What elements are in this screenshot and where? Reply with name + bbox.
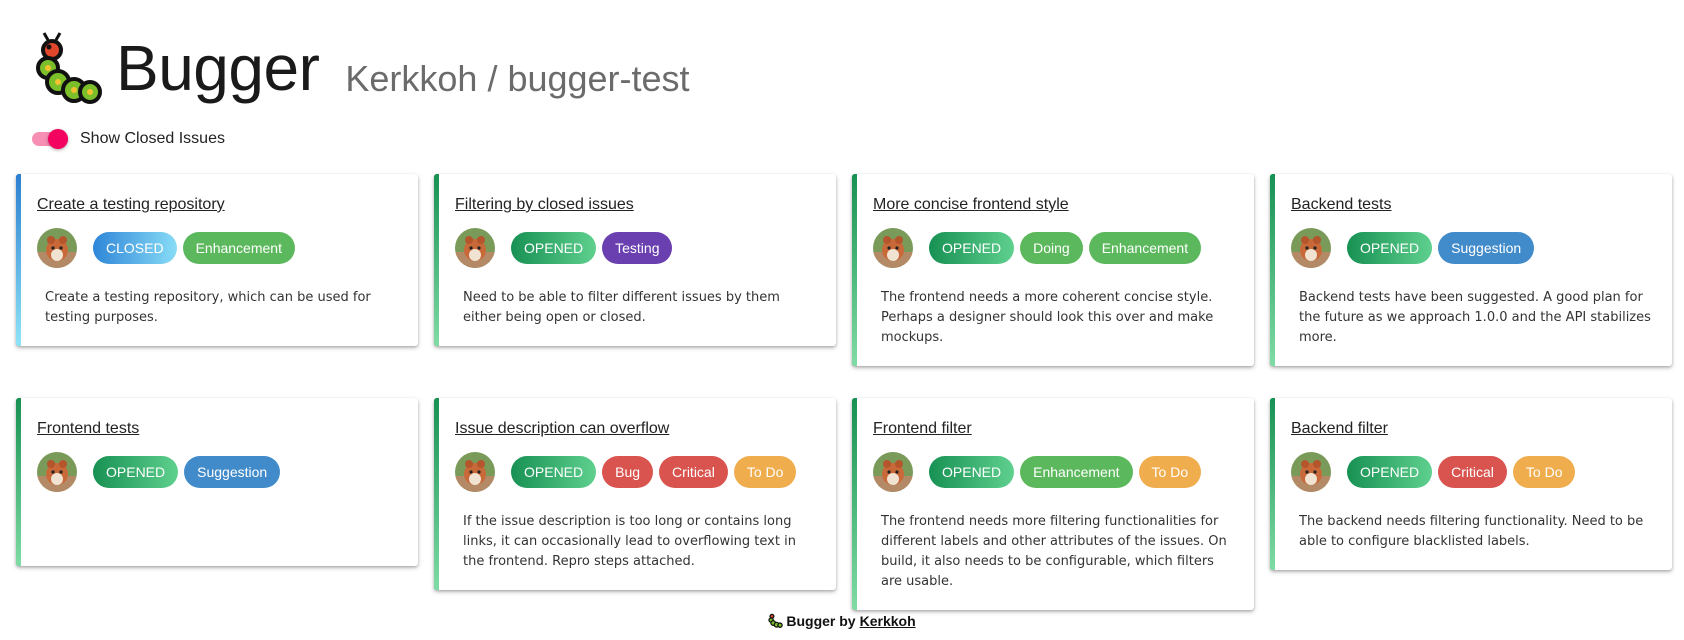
issue-grid: Create a testing repository CLOSED Enhance… bbox=[16, 174, 1672, 610]
issue-description: Need to be able to filter different issu… bbox=[463, 290, 780, 325]
issue-title-link[interactable]: Frontend tests bbox=[37, 420, 139, 438]
issue-meta-row: CLOSED Enhancement bbox=[37, 228, 402, 268]
switch-thumb[interactable] bbox=[48, 129, 68, 149]
avatar[interactable] bbox=[873, 228, 913, 268]
issue-title-link[interactable]: Backend filter bbox=[1291, 420, 1388, 438]
issue-description: Create a testing repository, which can b… bbox=[45, 290, 371, 325]
issue-title-link[interactable]: Create a testing repository bbox=[37, 196, 225, 214]
issue-label-badge: To Do bbox=[1138, 456, 1202, 488]
issue-label-badge: Testing bbox=[602, 232, 673, 264]
status-badge: OPENED bbox=[511, 232, 597, 264]
status-badge: OPENED bbox=[511, 456, 597, 488]
avatar[interactable] bbox=[1291, 228, 1331, 268]
avatar[interactable] bbox=[873, 452, 913, 492]
status-badge: OPENED bbox=[93, 456, 179, 488]
issue-meta-row: OPENED Enhancement To Do bbox=[873, 452, 1238, 492]
issue-title-link[interactable]: Filtering by closed issues bbox=[455, 196, 634, 214]
issue-label-badge: Doing bbox=[1020, 232, 1083, 264]
issue-card: Frontend tests OPENED Suggestion bbox=[16, 398, 418, 566]
repo-title: Kerkkoh / bugger-test bbox=[345, 58, 690, 99]
issue-card: Backend filter OPENED Critical To Do The bac… bbox=[1270, 398, 1672, 570]
footer-author-link[interactable]: Kerkkoh bbox=[860, 613, 916, 629]
issue-card: Issue description can overflow OPENED Bug C… bbox=[434, 398, 836, 590]
issue-card: Frontend filter OPENED Enhancement To Do The… bbox=[852, 398, 1254, 610]
issue-label-badge: Critical bbox=[659, 456, 728, 488]
issue-meta-row: OPENED Suggestion bbox=[37, 452, 402, 492]
footer-text: Bugger by bbox=[786, 612, 856, 629]
issue-meta-row: OPENED Doing Enhancement bbox=[873, 228, 1238, 268]
app-title: Bugger bbox=[116, 32, 320, 104]
issue-label-badge: To Do bbox=[733, 456, 797, 488]
issue-label-badge: Suggestion bbox=[184, 456, 281, 488]
issue-label-badge: Critical bbox=[1438, 456, 1507, 488]
footer: Bugger by Kerkkoh bbox=[0, 612, 1684, 629]
issue-label-badge: Bug bbox=[602, 456, 654, 488]
status-badge: OPENED bbox=[929, 456, 1015, 488]
issue-label-badge: Enhancement bbox=[182, 232, 295, 264]
status-badge: OPENED bbox=[929, 232, 1015, 264]
issue-description: Backend tests have been suggested. A goo… bbox=[1299, 290, 1651, 345]
issue-meta-row: OPENED Suggestion bbox=[1291, 228, 1656, 268]
issue-card: Backend tests OPENED Suggestion Backend tes… bbox=[1270, 174, 1672, 366]
avatar[interactable] bbox=[455, 452, 495, 492]
header: Bugger Kerkkoh / bugger-test bbox=[34, 30, 690, 110]
status-badge: OPENED bbox=[1347, 456, 1433, 488]
issue-card: Filtering by closed issues OPENED Testing N… bbox=[434, 174, 836, 346]
issue-title-link[interactable]: More concise frontend style bbox=[873, 196, 1069, 214]
caterpillar-logo-icon bbox=[36, 32, 102, 104]
issue-title-link[interactable]: Frontend filter bbox=[873, 420, 972, 438]
show-closed-toggle-row: Show Closed Issues bbox=[32, 127, 225, 151]
show-closed-switch[interactable] bbox=[32, 127, 70, 151]
issue-title-link[interactable]: Issue description can overflow bbox=[455, 420, 669, 438]
show-closed-label[interactable]: Show Closed Issues bbox=[80, 130, 225, 148]
status-badge: OPENED bbox=[1347, 232, 1433, 264]
issue-label-badge: To Do bbox=[1512, 456, 1576, 488]
avatar[interactable] bbox=[1291, 452, 1331, 492]
issue-meta-row: OPENED Critical To Do bbox=[1291, 452, 1656, 492]
status-badge: CLOSED bbox=[93, 232, 177, 264]
issue-meta-row: OPENED Bug Critical To Do bbox=[455, 452, 820, 492]
issue-card: More concise frontend style OPENED Doing En… bbox=[852, 174, 1254, 366]
issue-description: If the issue description is too long or … bbox=[463, 514, 796, 569]
avatar[interactable] bbox=[37, 452, 77, 492]
issue-label-badge: Enhancement bbox=[1020, 456, 1133, 488]
issue-label-badge: Enhancement bbox=[1088, 232, 1202, 264]
issue-description: The backend needs filtering functionalit… bbox=[1299, 514, 1644, 549]
issue-description: The frontend needs a more coherent conci… bbox=[881, 290, 1214, 345]
avatar[interactable] bbox=[37, 228, 77, 268]
issue-title-link[interactable]: Backend tests bbox=[1291, 196, 1392, 214]
issue-description: The frontend needs more filtering functi… bbox=[881, 514, 1227, 589]
issue-meta-row: OPENED Testing bbox=[455, 228, 820, 268]
issue-card: Create a testing repository CLOSED Enhance… bbox=[16, 174, 418, 346]
caterpillar-logo-icon bbox=[768, 613, 784, 628]
avatar[interactable] bbox=[455, 228, 495, 268]
issue-label-badge: Suggestion bbox=[1438, 232, 1535, 264]
